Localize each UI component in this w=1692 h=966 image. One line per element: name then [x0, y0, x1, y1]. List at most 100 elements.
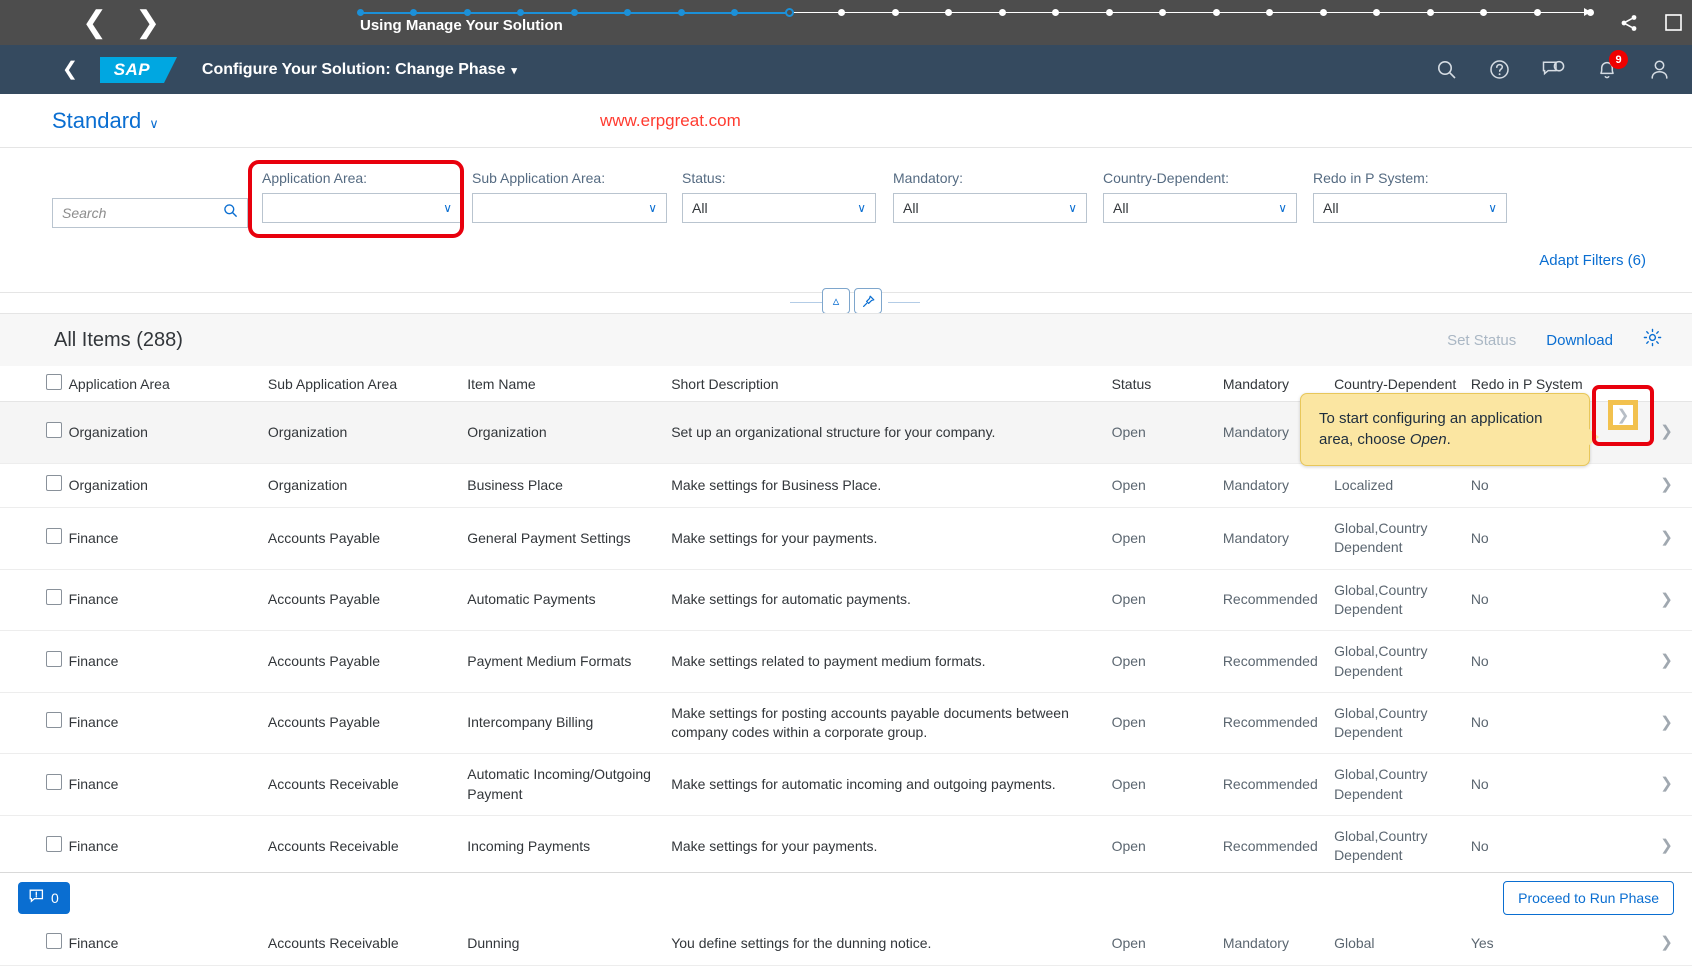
chevron-right-icon[interactable]: ❯	[1660, 476, 1673, 493]
search-icon[interactable]	[1436, 59, 1457, 80]
chevron-right-icon[interactable]: ❯	[1660, 652, 1673, 669]
progress-step-dot[interactable]	[731, 9, 738, 16]
row-checkbox[interactable]	[46, 651, 62, 667]
search-icon[interactable]	[223, 203, 238, 223]
row-navigation-cell[interactable]: ❯	[1641, 507, 1692, 569]
messages-button[interactable]: 0	[18, 882, 70, 914]
row-checkbox-cell[interactable]	[0, 692, 63, 754]
back-icon[interactable]: ❮	[62, 58, 78, 81]
progress-step-dot[interactable]	[410, 9, 417, 16]
progress-step-dot[interactable]	[1534, 9, 1541, 16]
row-navigation-cell[interactable]: ❯	[1641, 922, 1692, 966]
row-checkbox-cell[interactable]	[0, 402, 63, 464]
user-avatar-icon[interactable]	[1649, 59, 1670, 80]
progress-step-dot[interactable]	[571, 9, 578, 16]
table-row[interactable]: FinanceAccounts ReceivableAutomatic Inco…	[0, 754, 1692, 816]
progress-step-dot[interactable]	[1373, 9, 1380, 16]
adapt-filters-link[interactable]: Adapt Filters (6)	[1539, 252, 1646, 269]
row-navigation-cell[interactable]: ❯	[1641, 754, 1692, 816]
progress-step-dot[interactable]	[1427, 9, 1434, 16]
chevron-right-icon[interactable]: ❯	[1660, 423, 1673, 440]
filter-select-application-area[interactable]: ∨	[262, 193, 462, 223]
row-checkbox[interactable]	[46, 933, 62, 949]
row-checkbox-cell[interactable]	[0, 569, 63, 631]
chevron-right-icon[interactable]: ❯	[1660, 714, 1673, 731]
progress-step-dot[interactable]	[357, 9, 364, 16]
row-checkbox[interactable]	[46, 712, 62, 728]
progress-step-dot[interactable]	[1052, 9, 1059, 16]
row-navigation-cell[interactable]: ❯	[1641, 569, 1692, 631]
progress-step-dot[interactable]	[1320, 9, 1327, 16]
open-row-navigation-button[interactable]: ❯	[1608, 400, 1638, 430]
chevron-right-icon[interactable]: ❯	[1660, 934, 1673, 951]
filter-select-status[interactable]: All ∨	[682, 193, 876, 223]
row-checkbox-cell[interactable]	[0, 631, 63, 693]
progress-step-dot[interactable]	[1480, 9, 1487, 16]
progress-step-dot[interactable]	[1159, 9, 1166, 16]
chevron-right-icon[interactable]: ❯	[1660, 775, 1673, 792]
row-checkbox[interactable]	[46, 528, 62, 544]
row-checkbox-cell[interactable]	[0, 922, 63, 966]
chevron-up-icon[interactable]: ▵	[822, 288, 850, 314]
chevron-right-icon[interactable]: ❯	[135, 8, 160, 38]
help-icon[interactable]	[1489, 59, 1510, 80]
progress-step-dot[interactable]	[1213, 9, 1220, 16]
filter-select-country-dependent[interactable]: All ∨	[1103, 193, 1297, 223]
row-navigation-cell[interactable]: ❯	[1641, 463, 1692, 507]
progress-step-dot[interactable]	[945, 9, 952, 16]
progress-step-dot[interactable]	[624, 9, 631, 16]
progress-step-dot[interactable]	[678, 9, 685, 16]
table-row[interactable]: FinanceAccounts PayableAutomatic Payment…	[0, 569, 1692, 631]
chevron-right-icon[interactable]: ❯	[1660, 591, 1673, 608]
table-row[interactable]: OrganizationOrganizationBusiness PlaceMa…	[0, 463, 1692, 507]
column-header-short-description[interactable]: Short Description	[665, 366, 1105, 402]
row-checkbox-cell[interactable]	[0, 463, 63, 507]
row-navigation-cell[interactable]: ❯	[1641, 631, 1692, 693]
column-header-status[interactable]: Status	[1106, 366, 1217, 402]
chevron-right-icon[interactable]: ❯	[1660, 837, 1673, 854]
chevron-left-icon[interactable]: ❮	[82, 8, 107, 38]
chevron-right-icon[interactable]: ❯	[1660, 529, 1673, 546]
select-all-checkbox[interactable]	[46, 374, 62, 390]
tutorial-progress-track[interactable]	[360, 11, 1590, 14]
progress-step-dot[interactable]	[1266, 9, 1273, 16]
column-header-sub-application-area[interactable]: Sub Application Area	[262, 366, 461, 402]
row-checkbox[interactable]	[46, 422, 62, 438]
filter-select-sub-application-area[interactable]: ∨	[472, 193, 667, 223]
row-checkbox[interactable]	[46, 589, 62, 605]
progress-step-dot[interactable]	[464, 9, 471, 16]
row-checkbox-cell[interactable]	[0, 754, 63, 816]
row-checkbox[interactable]	[46, 774, 62, 790]
search-input[interactable]: Search	[52, 198, 248, 228]
column-header-application-area[interactable]: Application Area	[63, 366, 262, 402]
row-checkbox[interactable]	[46, 475, 62, 491]
gear-icon[interactable]	[1643, 328, 1662, 352]
row-checkbox-cell[interactable]	[0, 816, 63, 878]
progress-step-dot[interactable]	[999, 9, 1006, 16]
row-checkbox[interactable]	[46, 836, 62, 852]
set-status-button[interactable]: Set Status	[1447, 332, 1516, 349]
filter-select-redo-p-system[interactable]: All ∨	[1313, 193, 1507, 223]
progress-step-dot[interactable]	[517, 9, 524, 16]
variant-selector[interactable]: Standard∨	[52, 108, 159, 134]
notifications-icon[interactable]: 9	[1597, 59, 1617, 80]
column-header-item-name[interactable]: Item Name	[461, 366, 665, 402]
progress-step-dot[interactable]	[785, 8, 794, 17]
table-row[interactable]: FinanceAccounts PayableGeneral Payment S…	[0, 507, 1692, 569]
progress-step-dot[interactable]	[892, 9, 899, 16]
progress-step-dot[interactable]	[1106, 9, 1113, 16]
table-row[interactable]: FinanceAccounts ReceivableDunningYou def…	[0, 922, 1692, 966]
table-row[interactable]: FinanceAccounts PayableIntercompany Bill…	[0, 692, 1692, 754]
row-checkbox-cell[interactable]	[0, 507, 63, 569]
progress-step-dot[interactable]	[838, 9, 845, 16]
share-icon[interactable]	[1619, 13, 1639, 33]
row-navigation-cell[interactable]: ❯	[1641, 692, 1692, 754]
pin-icon[interactable]	[854, 288, 882, 314]
filter-select-mandatory[interactable]: All ∨	[893, 193, 1087, 223]
maximize-icon[interactable]	[1665, 14, 1682, 31]
row-navigation-cell[interactable]: ❯	[1641, 816, 1692, 878]
page-title[interactable]: Configure Your Solution: Change Phase▾	[202, 61, 517, 79]
feedback-icon[interactable]	[1542, 59, 1565, 80]
proceed-to-run-phase-button[interactable]: Proceed to Run Phase	[1503, 881, 1674, 915]
row-navigation-cell[interactable]: ❯	[1641, 402, 1692, 464]
